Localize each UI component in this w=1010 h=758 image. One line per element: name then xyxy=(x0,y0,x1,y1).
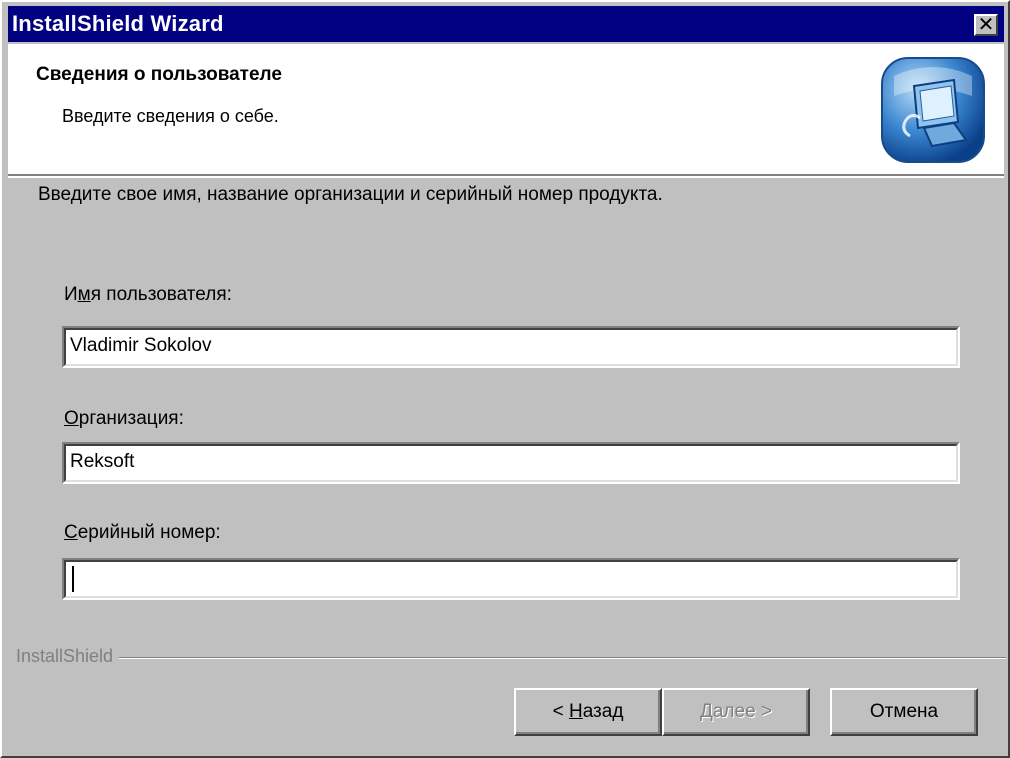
organization-input[interactable] xyxy=(68,448,952,476)
username-label-accelerator: м xyxy=(77,284,91,305)
back-button[interactable]: < Назад xyxy=(514,688,662,736)
username-input[interactable] xyxy=(68,332,952,360)
serial-number-input[interactable] xyxy=(68,564,952,592)
text-caret xyxy=(72,566,74,592)
cancel-button[interactable]: Отмена xyxy=(830,688,978,736)
username-label-suffix: я пользователя: xyxy=(90,284,232,305)
username-label: Имя пользователя: xyxy=(64,284,232,306)
footer-divider-highlight xyxy=(16,658,1006,659)
serial-label-suffix: ерийный номер: xyxy=(77,522,221,543)
close-button[interactable]: ✕ xyxy=(974,14,998,36)
installshield-brand-label: InstallShield xyxy=(16,646,120,667)
instruction-text: Введите свое имя, название организации и… xyxy=(38,184,663,205)
serial-number-field[interactable] xyxy=(62,558,960,600)
title-bar[interactable]: InstallShield Wizard ✕ xyxy=(8,6,1004,42)
username-label-prefix: И xyxy=(64,284,78,305)
serial-label-accelerator: С xyxy=(64,522,78,543)
next-button[interactable]: Далее > xyxy=(662,688,810,736)
organization-label: Организация: xyxy=(64,408,184,430)
back-button-label: < Назад xyxy=(553,701,624,723)
header-subtitle: Введите сведения о себе. xyxy=(62,106,279,126)
wizard-header: Сведения о пользователе Введите сведения… xyxy=(8,44,1004,174)
back-label-prefix: < xyxy=(552,701,569,722)
cancel-button-label: Отмена xyxy=(869,701,939,722)
username-field[interactable] xyxy=(62,326,960,368)
header-title: Сведения о пользователе xyxy=(36,64,282,85)
next-label-accelerator: Д xyxy=(699,701,713,722)
installshield-wizard-window: InstallShield Wizard ✕ Сведения о пользо… xyxy=(0,0,1010,758)
window-title: InstallShield Wizard xyxy=(12,11,224,36)
organization-field[interactable] xyxy=(62,442,960,484)
computer-setup-icon xyxy=(880,56,986,164)
close-icon: ✕ xyxy=(977,14,995,36)
next-label-suffix: алее > xyxy=(712,701,773,722)
back-label-suffix: азад xyxy=(582,701,624,722)
serial-label: Серийный номер: xyxy=(64,522,221,544)
organization-label-accelerator: О xyxy=(64,408,79,429)
next-button-label: Далее > xyxy=(700,701,772,723)
back-label-accelerator: Н xyxy=(568,701,583,722)
header-divider-highlight xyxy=(8,176,1004,178)
organization-label-suffix: рганизация: xyxy=(78,408,184,429)
